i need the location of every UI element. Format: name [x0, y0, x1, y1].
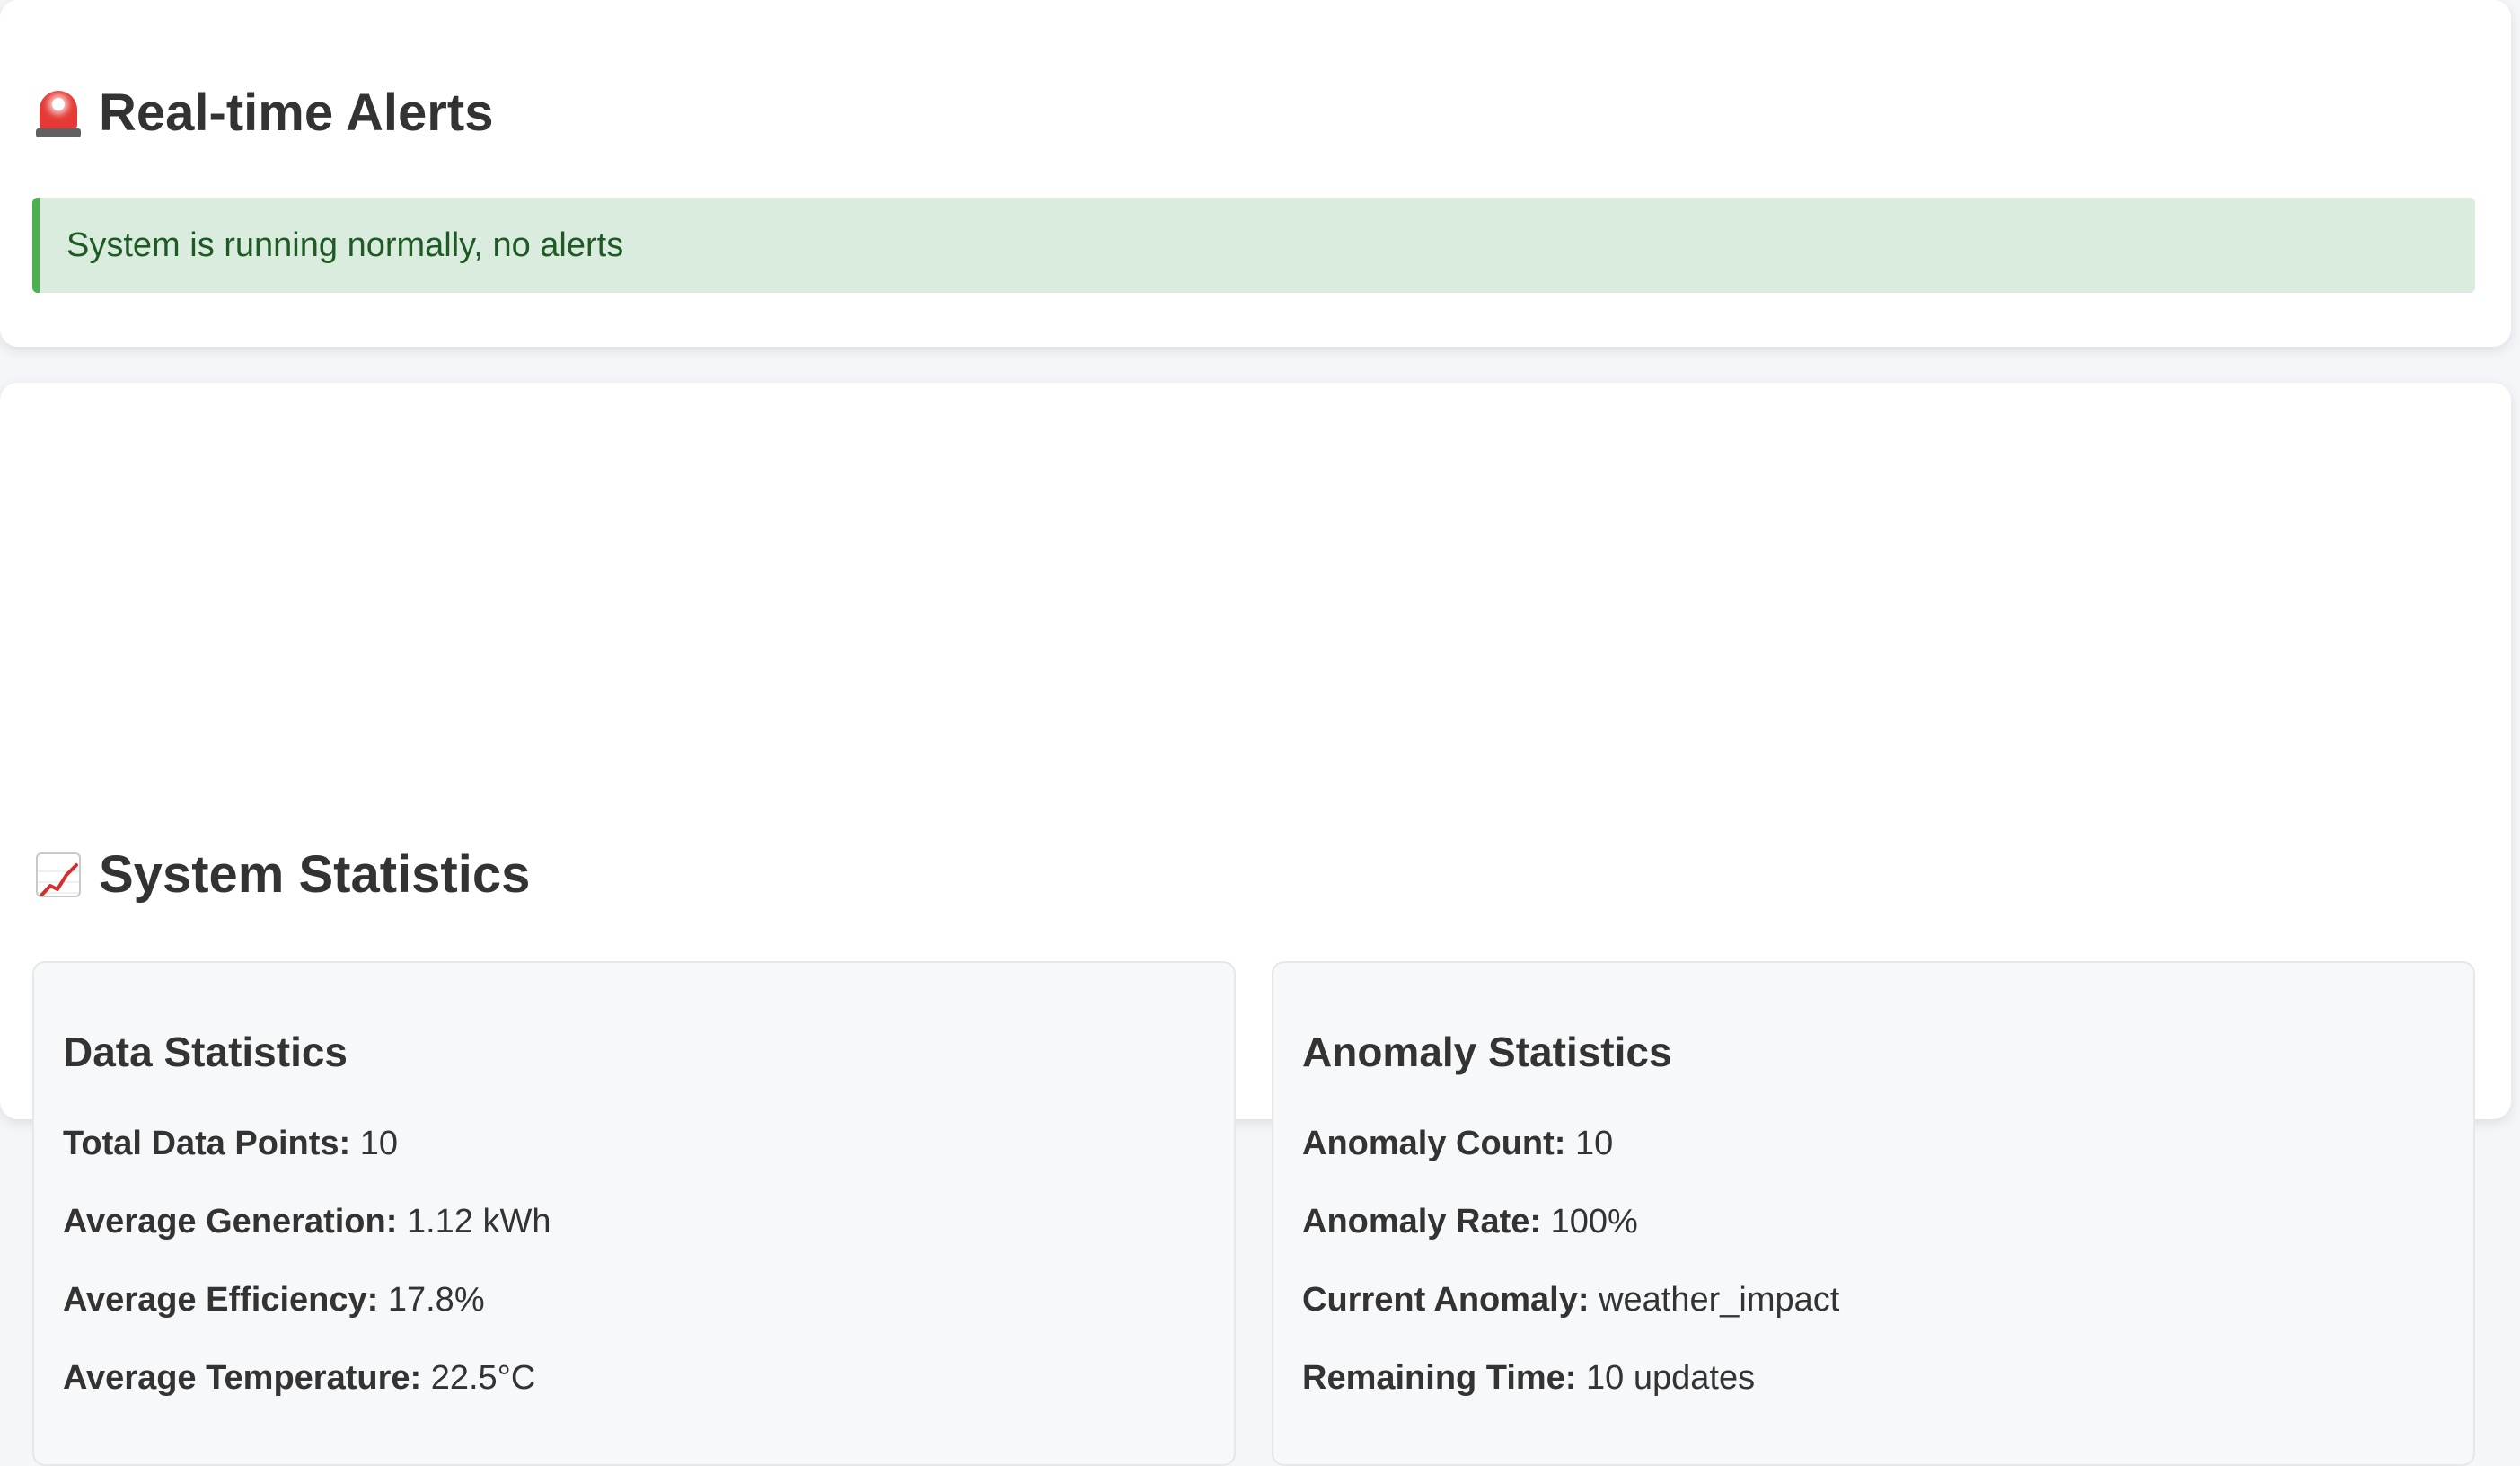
- stat-average-efficiency: Average Efficiency: 17.8%: [63, 1281, 485, 1320]
- anomaly-statistics-title: Anomaly Statistics: [1302, 1029, 1672, 1075]
- siren-icon: [34, 87, 83, 139]
- stat-value: 17.8%: [387, 1281, 485, 1319]
- stat-label: Anomaly Count:: [1302, 1125, 1575, 1162]
- stat-current-anomaly: Current Anomaly: weather_impact: [1302, 1281, 1839, 1320]
- stat-label: Average Generation:: [63, 1203, 407, 1241]
- stat-total-data-points: Total Data Points: 10: [63, 1125, 398, 1163]
- stat-label: Current Anomaly:: [1302, 1281, 1599, 1319]
- alerts-card: Real-time Alerts System is running norma…: [0, 0, 2511, 347]
- stat-value: weather_impact: [1599, 1281, 1840, 1319]
- stat-remaining-time: Remaining Time: 10 updates: [1302, 1359, 1755, 1398]
- stat-value: 10: [359, 1125, 399, 1162]
- data-statistics-panel: Data Statistics Total Data Points: 10 Av…: [32, 961, 1236, 1466]
- stat-label: Remaining Time:: [1302, 1359, 1587, 1397]
- alert-status-banner: System is running normally, no alerts: [32, 198, 2475, 293]
- stat-average-temperature: Average Temperature: 22.5°C: [63, 1359, 535, 1398]
- alerts-title-text: Real-time Alerts: [99, 84, 494, 142]
- stat-value: 10 updates: [1586, 1359, 1756, 1397]
- stat-average-generation: Average Generation: 1.12 kWh: [63, 1203, 551, 1241]
- stat-value: 1.12 kWh: [406, 1203, 551, 1241]
- stat-value: 22.5°C: [430, 1359, 536, 1397]
- stat-label: Anomaly Rate:: [1302, 1203, 1551, 1241]
- statistics-heading: System Statistics: [34, 844, 530, 905]
- data-statistics-title: Data Statistics: [63, 1029, 348, 1075]
- statistics-card: System Statistics Data Statistics Total …: [0, 383, 2511, 1466]
- chart-increasing-icon: [34, 849, 83, 901]
- statistics-title-text: System Statistics: [99, 845, 531, 904]
- anomaly-statistics-panel: Anomaly Statistics Anomaly Count: 10 Ano…: [1272, 961, 2475, 1466]
- stat-anomaly-rate: Anomaly Rate: 100%: [1302, 1203, 1638, 1241]
- stat-anomaly-count: Anomaly Count: 10: [1302, 1125, 1613, 1163]
- stat-label: Average Temperature:: [63, 1359, 431, 1397]
- stat-value: 100%: [1550, 1203, 1638, 1241]
- alerts-heading: Real-time Alerts: [34, 83, 493, 143]
- stat-label: Average Efficiency:: [63, 1281, 388, 1319]
- stat-value: 10: [1574, 1125, 1614, 1162]
- stat-label: Total Data Points:: [63, 1125, 360, 1162]
- alert-status-message: System is running normally, no alerts: [66, 225, 624, 264]
